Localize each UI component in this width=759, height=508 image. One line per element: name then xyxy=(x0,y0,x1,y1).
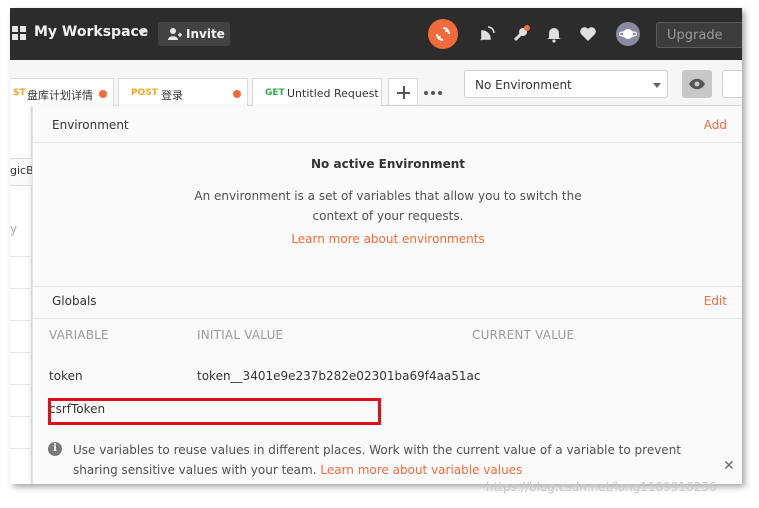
request-tab-bar: ST 盘库计划详情 POST 登录 GET Untitled Request xyxy=(10,60,458,106)
tab-method: GET xyxy=(265,88,285,98)
no-active-environment: No active Environment xyxy=(311,157,465,171)
tab-method: ST xyxy=(13,88,26,98)
tab-name: 盘库计划详情 xyxy=(27,89,93,102)
environment-bar: No Environment xyxy=(458,60,742,106)
column-header-current-value: CURRENT VALUE xyxy=(472,328,575,342)
environment-description: An environment is a set of variables tha… xyxy=(33,186,742,226)
learn-more-environments-text[interactable]: Learn more about environments xyxy=(291,232,484,246)
manage-environments-button[interactable] xyxy=(722,70,742,98)
environment-select[interactable]: No Environment xyxy=(464,70,668,98)
request-builder-edge: gicB y xyxy=(10,106,34,484)
app-window: My Workspace Invite Upgrade ST 盘库计划详情 PO… xyxy=(10,8,742,484)
tab-request-0[interactable]: ST 盘库计划详情 xyxy=(10,78,114,106)
close-icon[interactable]: ✕ xyxy=(723,458,735,474)
eye-icon xyxy=(689,78,705,90)
new-tab-button[interactable] xyxy=(388,78,418,106)
planet-icon xyxy=(619,29,637,39)
globals-section-title: Globals xyxy=(52,294,97,308)
url-field-text: gicB xyxy=(10,164,34,177)
column-header-initial-value: INITIAL VALUE xyxy=(197,328,284,342)
variable-initial-value: token__3401e9e237b282e02301ba69f4aa51ac xyxy=(197,369,481,383)
wrench-icon[interactable] xyxy=(512,25,530,43)
faded-label: y xyxy=(10,222,18,236)
environment-select-value: No Environment xyxy=(475,78,572,92)
upgrade-button[interactable]: Upgrade xyxy=(656,22,742,48)
satellite-icon[interactable] xyxy=(478,25,496,43)
tab-method: POST xyxy=(131,88,158,98)
chevron-down-icon xyxy=(653,83,661,88)
annotation-highlight-box xyxy=(48,398,381,425)
column-header-variable: VARIABLE xyxy=(49,328,109,342)
more-tabs-button[interactable] xyxy=(420,78,446,106)
heart-icon[interactable] xyxy=(579,25,597,43)
grid-icon[interactable] xyxy=(12,26,26,40)
invite-button[interactable]: Invite xyxy=(158,22,230,46)
workspace-title[interactable]: My Workspace xyxy=(34,24,148,40)
top-bar: My Workspace Invite Upgrade xyxy=(10,8,742,60)
tab-name: Untitled Request xyxy=(287,87,379,100)
environment-quick-look-panel: Environment Add No active Environment An… xyxy=(32,106,742,484)
learn-more-variable-values-link[interactable]: Learn more about variable values xyxy=(320,463,522,477)
watermark: https://blog.csdn.net/long1109910236 xyxy=(486,480,717,494)
tab-request-2[interactable]: GET Untitled Request xyxy=(252,78,382,106)
environment-section-header: Environment Add xyxy=(33,112,742,140)
variable-name: token xyxy=(49,369,83,383)
tab-request-1[interactable]: POST 登录 xyxy=(118,78,248,106)
environment-description-line: An environment is a set of variables tha… xyxy=(194,189,582,203)
avatar[interactable] xyxy=(616,22,640,46)
unsaved-dot-icon xyxy=(99,90,107,98)
chevron-down-icon[interactable] xyxy=(138,30,146,35)
unsaved-dot-icon xyxy=(233,90,241,98)
variables-info-message: Use variables to reuse values in differe… xyxy=(73,440,723,480)
environment-section-title: Environment xyxy=(52,118,129,132)
user-plus-icon xyxy=(168,28,182,40)
upgrade-label: Upgrade xyxy=(667,28,723,43)
globals-section-header: Globals Edit xyxy=(33,288,742,316)
sync-button[interactable] xyxy=(428,19,458,49)
bell-icon[interactable] xyxy=(545,25,563,43)
invite-label: Invite xyxy=(186,27,225,41)
edit-globals-link[interactable]: Edit xyxy=(704,294,727,308)
learn-more-environments-link: Learn more about environments xyxy=(33,232,742,246)
environment-description-line: context of your requests. xyxy=(312,209,464,223)
environment-quick-look-button[interactable] xyxy=(682,70,712,98)
info-icon: i xyxy=(48,442,62,456)
tab-name: 登录 xyxy=(161,89,183,102)
sync-icon xyxy=(436,27,450,41)
add-environment-link[interactable]: Add xyxy=(704,118,727,132)
